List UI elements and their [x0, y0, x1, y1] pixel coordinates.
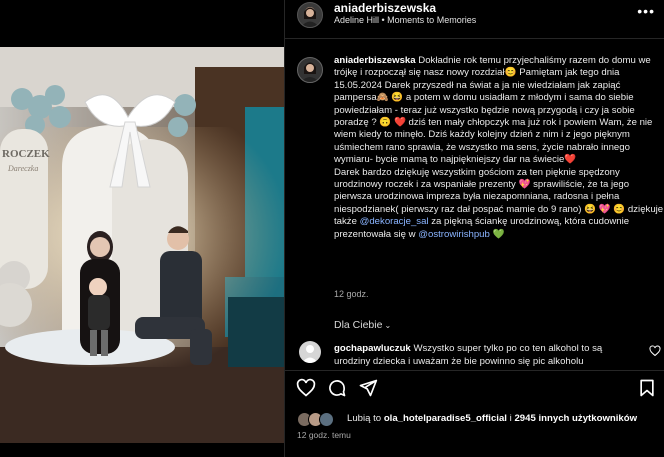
actions-divider: [285, 370, 664, 371]
post-header: aniaderbiszewska Adeline Hill • Moments …: [285, 0, 664, 38]
author-avatar[interactable]: [297, 2, 323, 28]
comment-like-heart-icon[interactable]: [649, 345, 661, 357]
for-you-dropdown[interactable]: Dla Ciebie ⌄: [334, 319, 391, 331]
comment: gochapawluczuk Wszystko super tylko po c…: [334, 342, 634, 368]
caption-username[interactable]: aniaderbiszewska: [334, 55, 416, 66]
likes-username[interactable]: ola_hotelparadise5_official: [384, 413, 507, 424]
likes-summary[interactable]: Lubią to ola_hotelparadise5_official i 2…: [297, 412, 664, 428]
likes-count[interactable]: 2945 innych użytkowników: [514, 413, 637, 424]
post-details-panel: aniaderbiszewska Adeline Hill • Moments …: [284, 0, 664, 457]
heart-icon[interactable]: [296, 378, 316, 398]
post-age[interactable]: 12 godz. temu: [297, 430, 351, 440]
comment-username[interactable]: gochapawluczuk: [334, 343, 411, 354]
instagram-post-window: ROCZEK Dareczka aniaderbiszewska Adeline…: [0, 0, 664, 457]
post-audio-subtitle[interactable]: Adeline Hill • Moments to Memories: [334, 15, 476, 25]
share-icon[interactable]: [358, 378, 378, 398]
post-caption: aniaderbiszewska Dokładnie rok temu przy…: [334, 55, 664, 241]
svg-text:ROCZEK: ROCZEK: [2, 148, 50, 160]
comment-icon[interactable]: [327, 378, 347, 398]
post-photo[interactable]: ROCZEK Dareczka: [0, 47, 284, 443]
post-actions-bar: [285, 372, 664, 406]
caption-text-4: 💚: [492, 228, 505, 240]
caption-timestamp[interactable]: 12 godz.: [334, 289, 369, 299]
likes-text: Lubią to ola_hotelparadise5_official i 2…: [347, 413, 637, 424]
likes-conjunction: i: [509, 413, 512, 424]
commenter-avatar[interactable]: [299, 341, 321, 363]
chevron-down-icon: ⌄: [384, 321, 392, 330]
author-username[interactable]: aniaderbiszewska: [334, 1, 436, 15]
caption-author-avatar[interactable]: [297, 57, 323, 83]
header-divider: [285, 38, 664, 39]
bookmark-icon[interactable]: [637, 378, 657, 398]
likes-prefix: Lubią to: [347, 413, 382, 424]
liker-avatar: [319, 412, 334, 427]
svg-text:Dareczka: Dareczka: [7, 164, 38, 173]
for-you-label: Dla Ciebie: [334, 319, 383, 331]
mention-ostrowirishpub[interactable]: @ostrowirishpub: [418, 229, 490, 240]
caption-text-1: Dokładnie rok temu przyjechaliśmy razem …: [334, 55, 653, 166]
more-options-icon[interactable]: •••: [637, 3, 655, 19]
photo-illustration: ROCZEK Dareczka: [0, 47, 284, 443]
mention-dekoracje-sal[interactable]: @dekoracje_sal: [360, 216, 429, 227]
